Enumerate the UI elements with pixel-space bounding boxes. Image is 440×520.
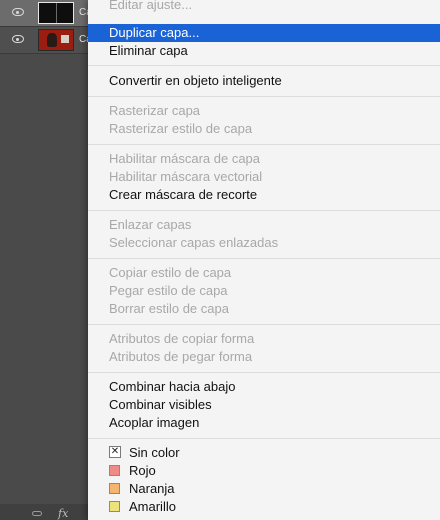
menu-separator xyxy=(88,144,440,145)
menu-item-eliminar-capa[interactable]: Eliminar capa xyxy=(88,42,440,60)
menu-separator xyxy=(88,210,440,211)
menu-item-duplicar-capa[interactable]: Duplicar capa... xyxy=(88,24,440,42)
menu-item-borrar-estilo: Borrar estilo de capa xyxy=(109,301,229,316)
menu-item-seleccionar-capas-enlazadas: Seleccionar capas enlazadas xyxy=(109,235,279,250)
menu-item-color-sin-color[interactable]: ✕ Sin color xyxy=(88,444,440,462)
fx-icon[interactable]: fx xyxy=(58,508,68,519)
menu-separator xyxy=(88,324,440,325)
eye-icon[interactable] xyxy=(12,8,24,16)
menu-item-copiar-estilo: Copiar estilo de capa xyxy=(109,265,232,280)
menu-item-rasterizar-capa: Rasterizar capa xyxy=(109,103,201,118)
menu-separator xyxy=(88,96,440,97)
layers-panel: Ca Ca fx xyxy=(0,0,96,520)
menu-item-color-naranja[interactable]: Naranja xyxy=(88,480,440,498)
color-label: Rojo xyxy=(129,463,156,478)
link-layers-icon[interactable] xyxy=(32,511,42,516)
color-label: Sin color xyxy=(129,445,180,460)
menu-item-pegar-forma: Atributos de pegar forma xyxy=(109,349,253,364)
layers-panel-footer: fx xyxy=(0,504,96,520)
layer-row[interactable]: Ca xyxy=(0,0,96,27)
menu-item-habilitar-mascara-vectorial: Habilitar máscara vectorial xyxy=(109,169,263,184)
color-swatch-icon xyxy=(109,501,120,512)
color-swatch-icon xyxy=(109,465,120,476)
menu-item-habilitar-mascara-capa: Habilitar máscara de capa xyxy=(109,151,261,166)
menu-item-combinar-visibles[interactable]: Combinar visibles xyxy=(88,396,440,414)
menu-item-editar-ajuste: Editar ajuste... xyxy=(109,0,193,12)
menu-item-acoplar-imagen[interactable]: Acoplar imagen xyxy=(88,414,440,432)
menu-separator xyxy=(88,258,440,259)
menu-item-crear-mascara-recorte[interactable]: Crear máscara de recorte xyxy=(88,186,440,204)
menu-item-color-rojo[interactable]: Rojo xyxy=(88,462,440,480)
menu-item-color-amarillo[interactable]: Amarillo xyxy=(88,498,440,516)
color-label: Naranja xyxy=(129,481,175,496)
menu-item-combinar-hacia-abajo[interactable]: Combinar hacia abajo xyxy=(88,378,440,396)
color-label: Amarillo xyxy=(129,499,176,514)
layer-context-menu: Editar ajuste... Duplicar capa... Elimin… xyxy=(88,0,440,520)
menu-item-copiar-forma: Atributos de copiar forma xyxy=(109,331,255,346)
menu-item-rasterizar-estilo: Rasterizar estilo de capa xyxy=(109,121,253,136)
menu-item-convertir-objeto-inteligente[interactable]: Convertir en objeto inteligente xyxy=(88,72,440,90)
eye-icon[interactable] xyxy=(12,35,24,43)
menu-separator xyxy=(88,438,440,439)
layer-thumbnail xyxy=(38,29,74,51)
menu-separator xyxy=(88,372,440,373)
layer-row[interactable]: Ca xyxy=(0,27,96,54)
menu-item-pegar-estilo: Pegar estilo de capa xyxy=(109,283,228,298)
menu-separator xyxy=(88,65,440,66)
color-swatch-icon xyxy=(109,483,120,494)
menu-item-enlazar-capas: Enlazar capas xyxy=(109,217,192,232)
no-color-check-icon: ✕ xyxy=(109,446,121,458)
layer-thumbnail xyxy=(38,2,74,24)
